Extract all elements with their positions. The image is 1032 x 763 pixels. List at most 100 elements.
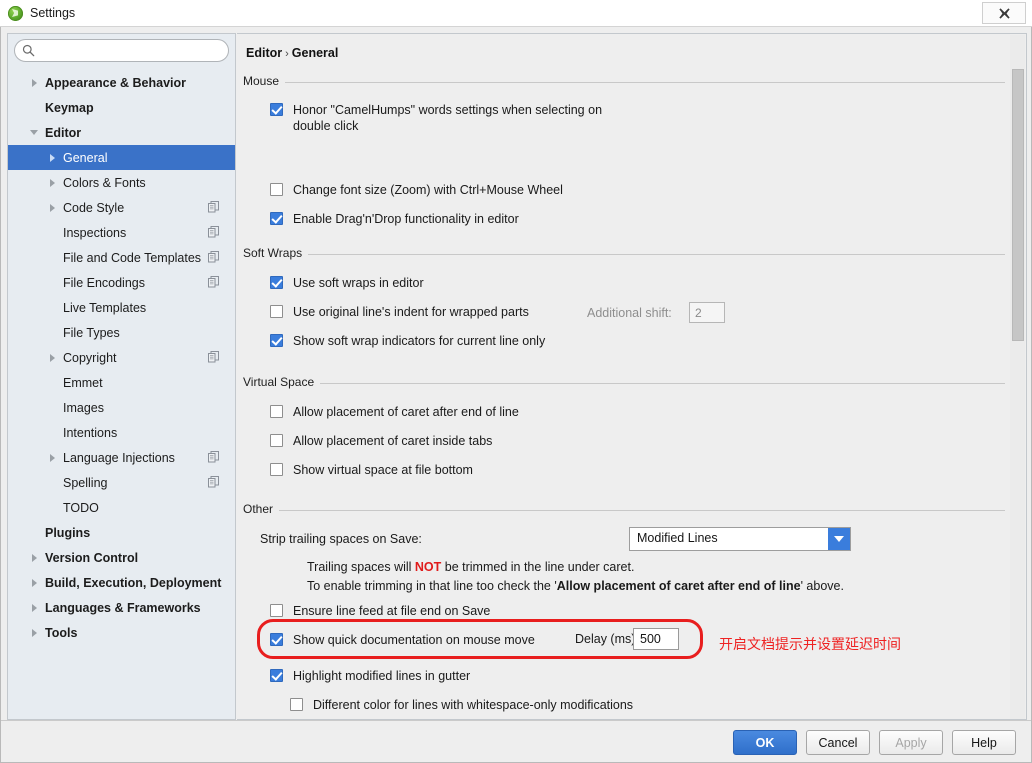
sidebar-item-emmet[interactable]: Emmet	[8, 370, 235, 395]
copy-icon[interactable]	[208, 251, 219, 263]
chevron-right-icon[interactable]	[46, 152, 58, 164]
checkbox-box[interactable]	[270, 305, 283, 318]
sidebar-item-file-and-code-templates[interactable]: File and Code Templates	[8, 245, 235, 270]
breadcrumb-root[interactable]: Editor	[246, 46, 282, 60]
copy-icon[interactable]	[208, 451, 219, 463]
copy-icon[interactable]	[208, 201, 219, 213]
checkbox-show-quick-documentation[interactable]: Show quick documentation on mouse move	[270, 632, 535, 648]
checkbox-box[interactable]	[290, 698, 303, 711]
chevron-right-icon[interactable]	[28, 552, 40, 564]
sidebar-item-general[interactable]: General	[8, 145, 235, 170]
sidebar-item-code-style[interactable]: Code Style	[8, 195, 235, 220]
checkbox-box[interactable]	[270, 633, 283, 646]
chevron-right-icon[interactable]	[46, 202, 58, 214]
breadcrumb-leaf: General	[291, 46, 339, 60]
checkbox-box[interactable]	[270, 604, 283, 617]
sidebar-item-images[interactable]: Images	[8, 395, 235, 420]
sidebar-item-spelling[interactable]: Spelling	[8, 470, 235, 495]
close-glyph	[998, 7, 1010, 19]
scrollbar-thumb[interactable]	[1012, 69, 1024, 341]
delay-input[interactable]	[633, 628, 679, 650]
group-title-mouse: Mouse	[243, 74, 286, 88]
checkbox-box[interactable]	[270, 334, 283, 347]
sidebar-item-plugins[interactable]: Plugins	[8, 520, 235, 545]
copy-icon[interactable]	[208, 476, 219, 488]
strip-trailing-spaces-dropdown[interactable]: Modified Lines	[629, 527, 851, 551]
group-divider	[243, 254, 1005, 255]
checkbox-box[interactable]	[270, 103, 283, 116]
checkbox-different-color-whitespace[interactable]: Different color for lines with whitespac…	[290, 697, 633, 713]
checkbox-caret-inside-tabs[interactable]: Allow placement of caret inside tabs	[270, 433, 492, 449]
checkbox-box[interactable]	[270, 212, 283, 225]
copy-icon[interactable]	[208, 226, 219, 238]
checkbox-box[interactable]	[270, 669, 283, 682]
sidebar-item-keymap[interactable]: Keymap	[8, 95, 235, 120]
copy-icon[interactable]	[208, 476, 219, 488]
copy-icon[interactable]	[208, 201, 219, 213]
checkbox-ensure-line-feed[interactable]: Ensure line feed at file end on Save	[270, 603, 490, 619]
chevron-right-icon[interactable]	[46, 177, 58, 189]
chevron-down-icon[interactable]	[828, 528, 850, 550]
annotation-text: 开启文档提示并设置延迟时间	[719, 637, 901, 653]
sidebar-item-file-types[interactable]: File Types	[8, 320, 235, 345]
copy-icon[interactable]	[208, 276, 219, 288]
chevron-right-icon[interactable]	[28, 602, 40, 614]
copy-icon[interactable]	[208, 351, 219, 363]
sidebar-item-live-templates[interactable]: Live Templates	[8, 295, 235, 320]
chevron-right-icon[interactable]	[28, 577, 40, 589]
checkbox-enable-dragndrop[interactable]: Enable Drag'n'Drop functionality in edit…	[270, 211, 519, 227]
chevron-right-icon[interactable]	[28, 627, 40, 639]
pycharm-icon	[8, 6, 23, 21]
sidebar-item-label: File Encodings	[63, 275, 145, 290]
checkbox-box[interactable]	[270, 463, 283, 476]
sidebar-item-label: TODO	[63, 500, 99, 515]
sidebar-item-editor[interactable]: Editor	[8, 120, 235, 145]
chevron-right-icon[interactable]	[28, 77, 40, 89]
checkbox-show-soft-wrap-indicators[interactable]: Show soft wrap indicators for current li…	[270, 333, 545, 349]
copy-icon[interactable]	[208, 226, 219, 238]
checkbox-honor-camelhumps[interactable]: Honor "CamelHumps" words settings when s…	[270, 102, 930, 134]
chevron-right-icon[interactable]	[46, 452, 58, 464]
copy-icon[interactable]	[208, 251, 219, 263]
additional-shift-input[interactable]	[689, 302, 725, 323]
sidebar-item-colors-fonts[interactable]: Colors & Fonts	[8, 170, 235, 195]
checkbox-box[interactable]	[270, 405, 283, 418]
checkbox-highlight-modified-lines[interactable]: Highlight modified lines in gutter	[270, 668, 470, 684]
sidebar-item-version-control[interactable]: Version Control	[8, 545, 235, 570]
sidebar-item-appearance-behavior[interactable]: Appearance & Behavior	[8, 70, 235, 95]
checkbox-label: Change font size (Zoom) with Ctrl+Mouse …	[293, 183, 563, 197]
sidebar-item-inspections[interactable]: Inspections	[8, 220, 235, 245]
chevron-right-icon[interactable]	[46, 352, 58, 364]
content-scrollbar[interactable]	[1010, 35, 1025, 719]
help-button[interactable]: Help	[952, 730, 1016, 755]
sidebar-item-file-encodings[interactable]: File Encodings	[8, 270, 235, 295]
copy-icon[interactable]	[208, 351, 219, 363]
checkbox-use-original-indent[interactable]: Use original line's indent for wrapped p…	[270, 304, 529, 320]
copy-icon[interactable]	[208, 276, 219, 288]
checkbox-use-soft-wraps[interactable]: Use soft wraps in editor	[270, 275, 424, 291]
checkbox-box[interactable]	[270, 183, 283, 196]
sidebar-item-intentions[interactable]: Intentions	[8, 420, 235, 445]
checkbox-box[interactable]	[270, 434, 283, 447]
sidebar-item-language-injections[interactable]: Language Injections	[8, 445, 235, 470]
search-input[interactable]	[14, 39, 229, 62]
sidebar-item-build-execution-deployment[interactable]: Build, Execution, Deployment	[8, 570, 235, 595]
sidebar-item-todo[interactable]: TODO	[8, 495, 235, 520]
checkbox-box[interactable]	[270, 276, 283, 289]
close-icon[interactable]	[982, 2, 1026, 24]
checkbox-virtual-space-file-bottom[interactable]: Show virtual space at file bottom	[270, 462, 473, 478]
checkbox-caret-after-end-of-line[interactable]: Allow placement of caret after end of li…	[270, 404, 519, 420]
settings-sidebar: Appearance & Behavior Keymap Editor General…	[7, 33, 236, 720]
sidebar-item-tools[interactable]: Tools	[8, 620, 235, 645]
copy-icon[interactable]	[208, 451, 219, 463]
group-divider	[243, 82, 1005, 83]
ok-button[interactable]: OK	[733, 730, 797, 755]
dropdown-value: Modified Lines	[637, 531, 718, 545]
checkbox-change-font-size-zoom[interactable]: Change font size (Zoom) with Ctrl+Mouse …	[270, 182, 563, 198]
sidebar-item-languages-frameworks[interactable]: Languages & Frameworks	[8, 595, 235, 620]
chevron-down-icon[interactable]	[28, 127, 40, 139]
checkbox-label: Enable Drag'n'Drop functionality in edit…	[293, 212, 519, 226]
sidebar-item-copyright[interactable]: Copyright	[8, 345, 235, 370]
cancel-button[interactable]: Cancel	[806, 730, 870, 755]
sidebar-item-label: Tools	[45, 625, 78, 640]
